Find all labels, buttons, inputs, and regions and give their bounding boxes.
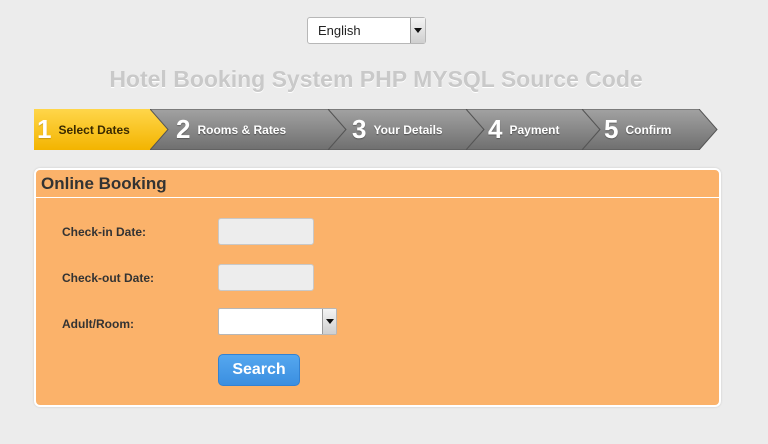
step-label: Select Dates xyxy=(58,122,130,137)
language-select-value: English xyxy=(318,23,361,38)
chevron-down-icon[interactable] xyxy=(410,18,425,43)
step-rooms-rates: 2 Rooms & Rates xyxy=(150,109,346,150)
language-select[interactable]: English xyxy=(307,17,426,44)
step-number: 1 xyxy=(37,114,52,144)
page-title: Hotel Booking System PHP MYSQL Source Co… xyxy=(109,66,643,92)
step-your-details: 3 Your Details xyxy=(328,109,484,150)
step-payment: 4 Payment xyxy=(466,109,600,150)
checkout-label: Check-out Date: xyxy=(62,271,155,285)
step-label: Confirm xyxy=(625,122,672,137)
checkin-label: Check-in Date: xyxy=(62,225,147,239)
step-number: 5 xyxy=(604,114,619,144)
step-select-dates: 1 Select Dates xyxy=(34,109,168,150)
panel-title: Online Booking xyxy=(36,170,719,198)
step-label: Rooms & Rates xyxy=(197,122,287,137)
step-confirm: 5 Confirm xyxy=(582,109,718,150)
step-number: 3 xyxy=(352,114,367,144)
adult-room-select[interactable] xyxy=(218,308,337,335)
checkout-date-input[interactable] xyxy=(218,264,314,291)
step-label: Your Details xyxy=(373,122,443,137)
search-button[interactable]: Search xyxy=(218,354,300,386)
step-number: 4 xyxy=(488,114,503,144)
step-number: 2 xyxy=(176,114,191,144)
chevron-down-icon[interactable] xyxy=(322,309,336,334)
checkin-date-input[interactable] xyxy=(218,218,314,245)
step-label: Payment xyxy=(509,122,560,137)
booking-steps: 1 Select Dates 2 Rooms & Rates 3 Your De… xyxy=(34,109,718,150)
online-booking-panel: Online Booking Check-in Date: Check-out … xyxy=(34,168,721,407)
adult-room-label: Adult/Room: xyxy=(62,317,134,331)
